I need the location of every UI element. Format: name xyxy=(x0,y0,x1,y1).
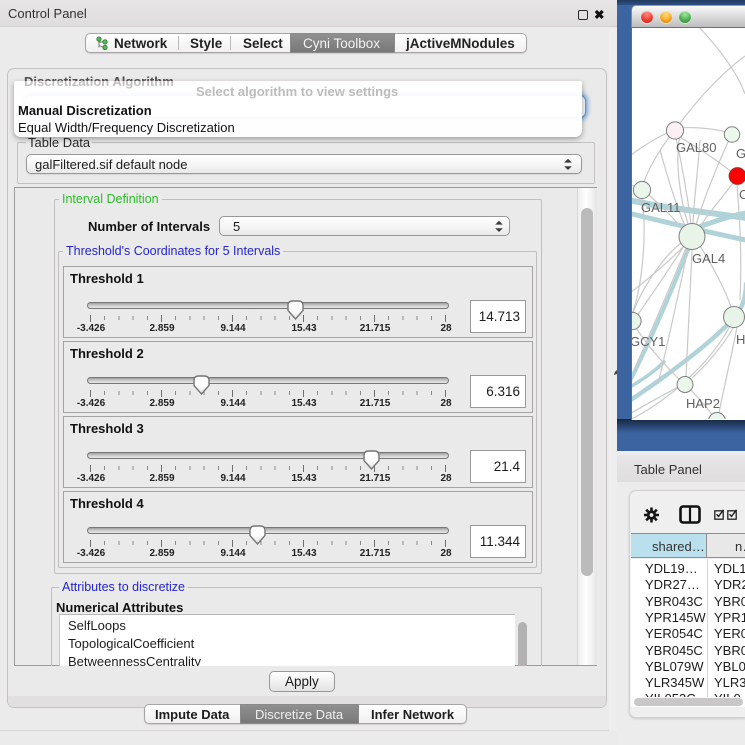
svg-text:GCY1: GCY1 xyxy=(632,334,665,349)
svg-text:GAL11: GAL11 xyxy=(641,200,681,215)
svg-text:GAL80: GAL80 xyxy=(676,140,716,155)
svg-text:GAL4: GAL4 xyxy=(692,251,725,266)
svg-text:HAP2: HAP2 xyxy=(686,396,720,411)
svg-text:GA: GA xyxy=(736,146,745,161)
svg-text:C: C xyxy=(739,187,745,202)
svg-text:H: H xyxy=(736,332,745,347)
